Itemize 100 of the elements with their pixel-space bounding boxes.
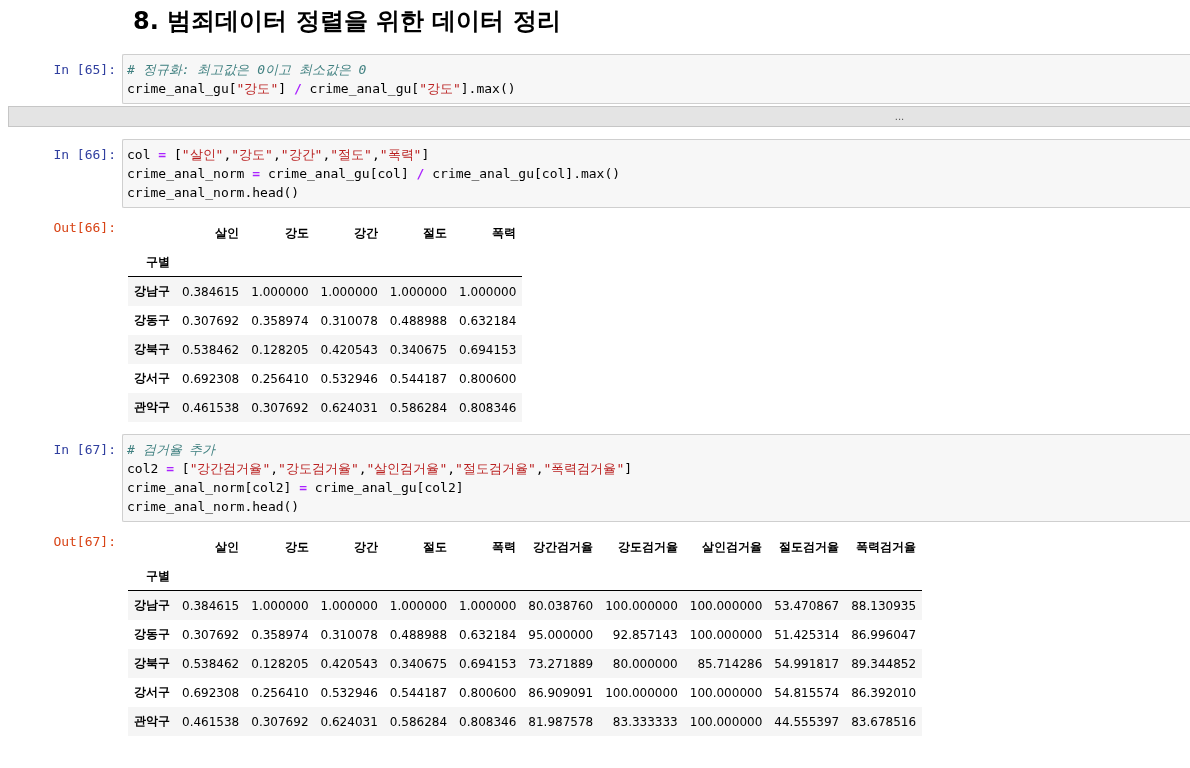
table-cell: 100.000000	[683, 707, 769, 736]
input-prompt: In [65]:	[52, 61, 117, 77]
table-cell: 0.358974	[245, 620, 315, 649]
table-cell: 53.470867	[768, 590, 846, 620]
column-header: 폭력	[491, 224, 518, 242]
column-header: 살인	[214, 538, 241, 556]
table-cell: 0.310078	[314, 620, 384, 649]
table-cell: 0.808346	[453, 393, 523, 422]
table-cell: 83.678516	[845, 707, 923, 736]
table-cell: 0.532946	[314, 364, 384, 393]
table-cell: 0.800600	[453, 678, 523, 707]
input-prompt: In [66]:	[52, 146, 117, 162]
table-cell: 0.358974	[245, 306, 315, 335]
table-cell: 86.392010	[845, 678, 923, 707]
code-line: crime_anal_norm = crime_anal_gu[col] / crime_anal_gu[col].max()	[127, 165, 622, 183]
table-cell: 81.987578	[522, 707, 600, 736]
table-cell: 0.384615	[176, 276, 246, 306]
table-cell: 0.340675	[383, 335, 454, 364]
section-heading: 8. 범죄데이터 정렬을 위한 데이터 정리	[133, 6, 562, 37]
column-header: 절도	[422, 538, 449, 556]
table-cell: 100.000000	[683, 620, 769, 649]
output-prompt: Out[66]:	[52, 219, 117, 235]
table-cell: 54.815574	[768, 678, 846, 707]
code-line: # 정규화: 최고값은 0이고 최소값은 0	[127, 61, 368, 79]
table-cell: 0.256410	[245, 678, 315, 707]
code-cell[interactable]: # 검거율 추가 col2 = ["강간검거율","강도검거율","살인검거율","절도검거율","폭력검거율"] crime_anal_norm[col2] = crime_anal_gu[col2] crime_anal_norm.head()	[122, 434, 1190, 522]
table-cell: 100.000000	[683, 678, 769, 707]
table-cell: 83.333333	[599, 707, 684, 736]
table-cell: 1.000000	[245, 276, 315, 306]
row-label: 강서구	[128, 678, 176, 707]
table-cell: 0.128205	[245, 649, 315, 678]
collapsed-output-bar[interactable]: ...	[8, 106, 1190, 127]
column-header: 폭력	[491, 538, 518, 556]
table-cell: 73.271889	[522, 649, 600, 678]
row-label: 강북구	[128, 649, 176, 678]
row-label: 관악구	[128, 393, 176, 422]
row-label: 강남구	[128, 590, 176, 620]
table-cell: 0.692308	[176, 364, 246, 393]
table-cell: 0.420543	[314, 649, 384, 678]
table-cell: 100.000000	[683, 590, 769, 620]
table-cell: 54.991817	[768, 649, 846, 678]
code-line: # 검거율 추가	[127, 441, 217, 459]
code-cell[interactable]: col = ["살인","강도","강간","절도","폭력"] crime_anal_norm = crime_anal_gu[col] / crime_anal_gu[col].max() crime_anal_norm.head()	[122, 139, 1190, 208]
table-cell: 0.307692	[245, 707, 315, 736]
input-prompt: In [67]:	[52, 441, 117, 457]
row-label: 관악구	[128, 707, 176, 736]
table-cell: 1.000000	[453, 590, 523, 620]
table-cell: 0.538462	[176, 649, 246, 678]
code-line: crime_anal_gu["강도"] / crime_anal_gu["강도"].max()	[127, 80, 517, 98]
table-cell: 0.544187	[383, 364, 454, 393]
table-cell: 0.586284	[383, 707, 454, 736]
row-label: 강동구	[128, 306, 176, 335]
table-cell: 0.488988	[383, 306, 454, 335]
row-label: 강서구	[128, 364, 176, 393]
table-cell: 0.692308	[176, 678, 246, 707]
table-cell: 0.632184	[453, 306, 523, 335]
table-cell: 0.800600	[453, 364, 523, 393]
column-header: 강간	[352, 538, 379, 556]
table-cell: 0.128205	[245, 335, 315, 364]
table-cell: 0.307692	[176, 306, 246, 335]
column-header: 강간검거율	[532, 538, 595, 556]
table-cell: 0.632184	[453, 620, 523, 649]
column-header: 절도검거율	[778, 538, 841, 556]
table-cell: 100.000000	[599, 678, 684, 707]
column-header: 강도	[283, 538, 310, 556]
row-label: 강북구	[128, 335, 176, 364]
table-cell: 0.624031	[314, 707, 384, 736]
code-line: col = ["살인","강도","강간","절도","폭력"]	[127, 146, 431, 164]
table-cell: 0.488988	[383, 620, 454, 649]
code-line: crime_anal_norm.head()	[127, 184, 301, 202]
code-line: crime_anal_norm.head()	[127, 498, 301, 516]
table-cell: 0.461538	[176, 393, 246, 422]
table-cell: 0.532946	[314, 678, 384, 707]
row-label: 강동구	[128, 620, 176, 649]
table-cell: 0.420543	[314, 335, 384, 364]
table-cell: 1.000000	[383, 590, 454, 620]
table-cell: 0.694153	[453, 649, 523, 678]
table-cell: 0.586284	[383, 393, 454, 422]
column-header: 폭력검거율	[855, 538, 918, 556]
output-prompt: Out[67]:	[52, 533, 117, 549]
row-label: 강남구	[128, 276, 176, 306]
column-header: 강도검거율	[616, 538, 679, 556]
table-cell: 95.000000	[522, 620, 600, 649]
table-cell: 1.000000	[314, 276, 384, 306]
table-cell: 0.538462	[176, 335, 246, 364]
code-line: crime_anal_norm[col2] = crime_anal_gu[col2]	[127, 479, 465, 497]
table-cell: 0.808346	[453, 707, 523, 736]
table-cell: 89.344852	[845, 649, 923, 678]
index-name: 구별	[128, 562, 176, 591]
table-cell: 86.909091	[522, 678, 600, 707]
table-cell: 1.000000	[383, 276, 454, 306]
column-header: 절도	[422, 224, 449, 242]
code-cell[interactable]: # 정규화: 최고값은 0이고 최소값은 0 crime_anal_gu["강도"] / crime_anal_gu["강도"].max()	[122, 54, 1190, 104]
table-cell: 0.307692	[176, 620, 246, 649]
table-cell: 0.384615	[176, 590, 246, 620]
table-cell: 88.130935	[845, 590, 923, 620]
table-cell: 51.425314	[768, 620, 846, 649]
table-cell: 0.461538	[176, 707, 246, 736]
code-line: col2 = ["강간검거율","강도검거율","살인검거율","절도검거율","폭력검거율"]	[127, 460, 634, 478]
column-header: 살인검거율	[701, 538, 764, 556]
